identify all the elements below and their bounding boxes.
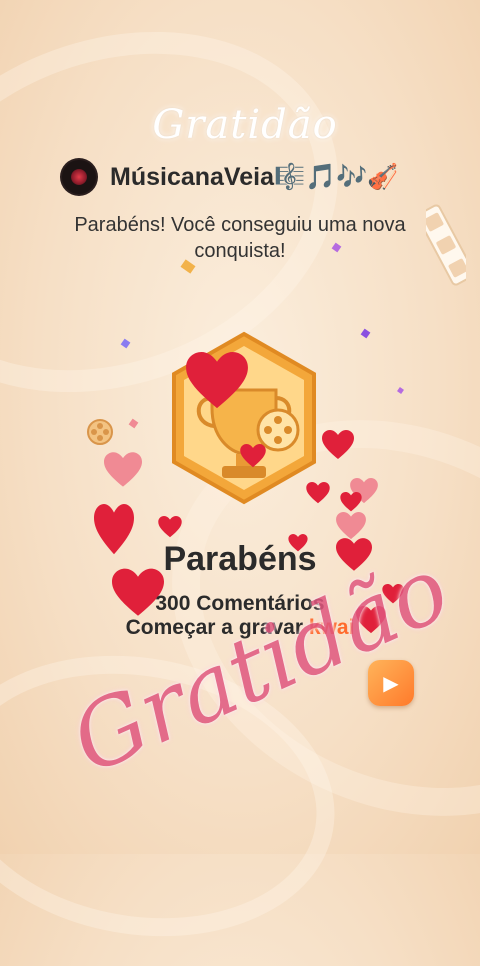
achievement-message: Parabéns! Você conseguiu uma nova conqui… — [74, 214, 406, 262]
avatar[interactable] — [62, 160, 96, 194]
author-row[interactable]: MúsicanaVeia🎼🎵🎶🎻 — [62, 158, 399, 196]
confetti — [128, 418, 139, 429]
film-reel-icon — [87, 419, 113, 445]
heart-icon — [306, 482, 330, 504]
author-name-emojis: 🎼🎵🎶🎻 — [273, 162, 399, 191]
heart-icon — [240, 444, 266, 468]
heart-icon — [158, 516, 182, 538]
heart-icon — [104, 452, 142, 487]
heart-icon — [322, 430, 354, 459]
author-name[interactable]: MúsicanaVeia🎼🎵🎶🎻 — [110, 163, 399, 192]
author-name-text: MúsicanaVeia — [110, 162, 274, 191]
film-strip-icon — [426, 204, 466, 286]
decor-gratidao-top: Gratidão — [152, 102, 338, 148]
heart-icon — [186, 352, 248, 409]
kwai-logo-icon: ▶ — [368, 660, 414, 706]
confetti — [360, 328, 371, 339]
confetti — [397, 387, 404, 394]
